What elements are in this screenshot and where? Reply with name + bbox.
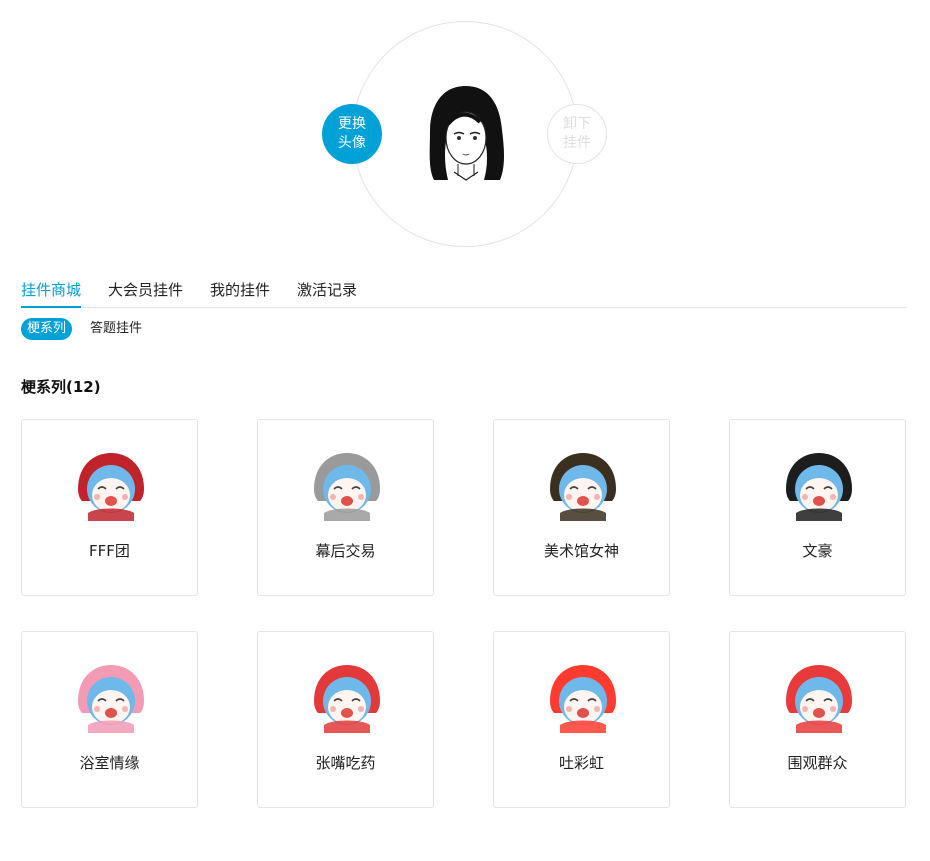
pendant-card[interactable]: 围观群众 xyxy=(729,631,906,808)
beethoven-wig-pendant-icon xyxy=(314,453,380,521)
pendant-name: 幕后交易 xyxy=(315,542,376,560)
bathroom-shower-pendant-icon xyxy=(78,665,144,733)
pendant-card[interactable]: 张嘴吃药 xyxy=(257,631,434,808)
pendant-name: 吐彩虹 xyxy=(558,754,604,772)
rainbow-pendant-icon xyxy=(550,665,616,733)
pendant-name: 张嘴吃药 xyxy=(315,754,376,772)
pendant-card[interactable]: 美术馆女神 xyxy=(493,419,670,596)
avatar-area: 更换 头像 卸下 挂件 xyxy=(0,0,930,255)
pendant-card[interactable]: FFF团 xyxy=(21,419,198,596)
remove-pendant-label-line1: 卸下 xyxy=(563,116,591,132)
pendant-card[interactable]: 浴室情缘 xyxy=(21,631,198,808)
tab-pendant-shop[interactable]: 挂件商城 xyxy=(21,270,82,308)
pendant-card[interactable]: 幕后交易 xyxy=(257,419,434,596)
change-avatar-label-line2: 头像 xyxy=(338,135,366,151)
pendant-card[interactable]: 文豪 xyxy=(729,419,906,596)
mona-lisa-pendant-icon xyxy=(550,453,616,521)
pill-pendant-icon xyxy=(314,665,380,733)
change-avatar-label-line1: 更换 xyxy=(338,116,366,132)
change-avatar-button[interactable]: 更换 头像 xyxy=(322,104,382,164)
tab-activation-records[interactable]: 激活记录 xyxy=(297,270,357,307)
remove-pendant-label-line2: 挂件 xyxy=(563,135,591,151)
watermelon-pendant-icon xyxy=(786,665,852,733)
remove-pendant-button[interactable]: 卸下 挂件 xyxy=(547,104,607,164)
pendant-name: 美术馆女神 xyxy=(543,542,619,560)
subtab-quiz-pendants[interactable]: 答题挂件 xyxy=(84,318,148,340)
tab-vip-pendants[interactable]: 大会员挂件 xyxy=(108,270,183,307)
sub-tabs: 梗系列 答题挂件 xyxy=(21,318,160,340)
pendant-name: 浴室情缘 xyxy=(79,754,140,772)
user-avatar xyxy=(429,86,504,181)
tab-my-pendants[interactable]: 我的挂件 xyxy=(210,270,270,307)
pendant-name: FFF团 xyxy=(89,542,130,560)
pendant-card[interactable]: 吐彩虹 xyxy=(493,631,670,808)
section-title: 梗系列(12) xyxy=(21,378,101,396)
pendant-name: 文豪 xyxy=(802,542,833,560)
subtab-meme-series[interactable]: 梗系列 xyxy=(21,318,73,340)
fff-hood-pendant-icon xyxy=(78,453,144,521)
writer-hair-pendant-icon xyxy=(786,453,852,521)
main-tabs: 挂件商城 大会员挂件 我的挂件 激活记录 xyxy=(21,270,907,308)
pendant-name: 围观群众 xyxy=(787,754,848,772)
